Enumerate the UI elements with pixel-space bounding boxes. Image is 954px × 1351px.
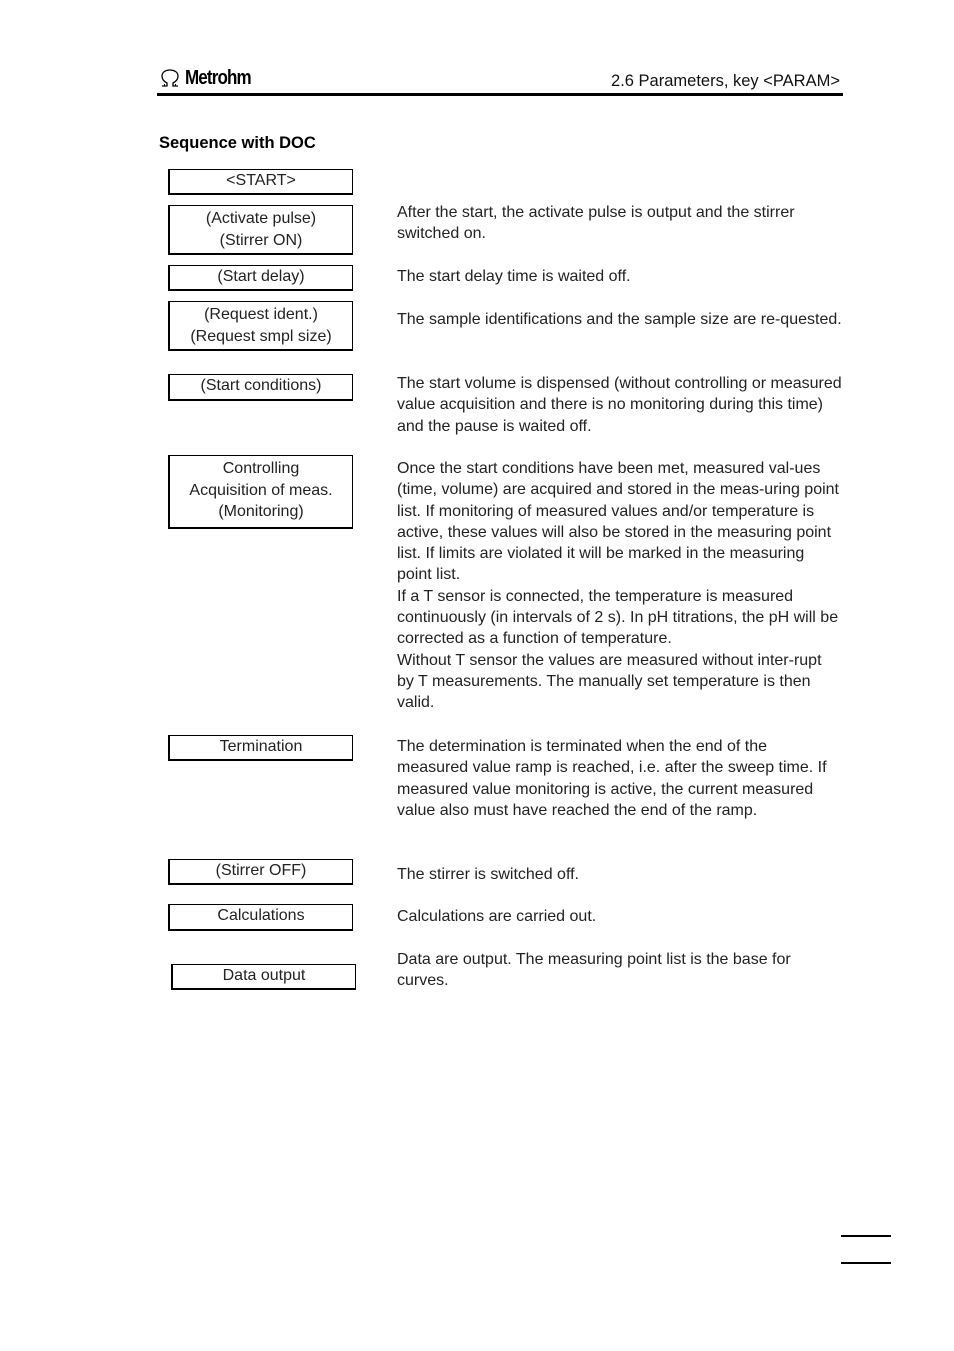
step-description-activate: After the start, the activate pulse is o… bbox=[397, 202, 842, 245]
step-description-start-conditions: The start volume is dispensed (without c… bbox=[397, 373, 842, 437]
step-description-request: The sample identifications and the sampl… bbox=[397, 309, 842, 330]
step-box-calculations: Calculations bbox=[168, 904, 353, 931]
step-box-line: Acquisition of meas. bbox=[189, 481, 333, 499]
step-box-line: (Request ident.) bbox=[204, 306, 318, 323]
step-box-activate: (Activate pulse) (Stirrer ON) bbox=[168, 205, 353, 255]
description-paragraph: The stirrer is switched off. bbox=[397, 866, 579, 883]
brand-name: Metrohm bbox=[185, 66, 252, 89]
footer-rule-top bbox=[841, 1235, 891, 1237]
step-description-termination: The determination is terminated when the… bbox=[397, 736, 842, 821]
step-box-request: (Request ident.) (Request smpl size) bbox=[168, 301, 353, 351]
step-box-line: <START> bbox=[226, 172, 296, 189]
step-box-line: Calculations bbox=[217, 907, 305, 924]
section-reference: 2.6 Parameters, key <PARAM> bbox=[611, 72, 840, 90]
step-box-line: (Monitoring) bbox=[218, 503, 304, 520]
step-description-stirrer-off: The stirrer is switched off. bbox=[397, 864, 842, 885]
footer-rule-bottom bbox=[841, 1262, 891, 1264]
step-box-line: (Stirrer OFF) bbox=[215, 862, 307, 879]
step-box-line: (Start delay) bbox=[217, 268, 305, 285]
step-box-start: <START> bbox=[168, 169, 353, 195]
step-box-line: (Start conditions) bbox=[200, 377, 322, 394]
description-paragraph: The determination is terminated when the… bbox=[397, 738, 827, 819]
description-paragraph: Calculations are carried out. bbox=[397, 908, 597, 925]
step-description-start-delay: The start delay time is waited off. bbox=[397, 266, 842, 287]
step-box-start-delay: (Start delay) bbox=[168, 265, 353, 291]
section-title: Sequence with DOC bbox=[159, 134, 316, 152]
metrohm-logo: Metrohm bbox=[159, 66, 262, 90]
header-divider bbox=[157, 93, 843, 96]
description-paragraph: After the start, the activate pulse is o… bbox=[397, 204, 795, 243]
step-box-data-output: Data output bbox=[171, 964, 356, 990]
description-paragraph: If a T sensor is connected, the temperat… bbox=[397, 587, 839, 648]
step-box-line: (Request smpl size) bbox=[190, 327, 332, 345]
step-description-controlling: Once the start conditions have been met,… bbox=[397, 458, 842, 714]
omega-logo-icon bbox=[161, 69, 179, 87]
step-box-line: (Activate pulse) bbox=[205, 210, 317, 227]
step-box-line: Controlling bbox=[222, 460, 300, 477]
description-paragraph: The start volume is dispensed (without c… bbox=[397, 375, 842, 435]
description-paragraph: Once the start conditions have been met,… bbox=[397, 460, 839, 584]
step-box-line: Termination bbox=[219, 738, 303, 755]
description-paragraph: The sample identifications and the sampl… bbox=[397, 311, 842, 328]
step-box-controlling: Controlling Acquisition of meas. (Monito… bbox=[168, 455, 353, 529]
step-description-calculations: Calculations are carried out. bbox=[397, 906, 842, 927]
step-box-stirrer-off: (Stirrer OFF) bbox=[168, 859, 353, 885]
step-box-line: Data output bbox=[222, 967, 306, 984]
step-box-line: (Stirrer ON) bbox=[219, 231, 303, 249]
step-box-start-conditions: (Start conditions) bbox=[168, 374, 353, 401]
description-paragraph: The start delay time is waited off. bbox=[397, 268, 631, 285]
description-paragraph: Without T sensor the values are measured… bbox=[397, 651, 822, 712]
step-description-data-output: Data are output. The measuring point lis… bbox=[397, 949, 842, 992]
step-box-termination: Termination bbox=[168, 735, 353, 761]
description-paragraph: Data are output. The measuring point lis… bbox=[397, 951, 791, 990]
